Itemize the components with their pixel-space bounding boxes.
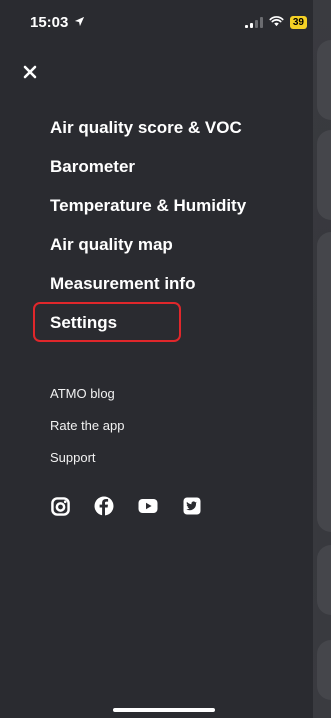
settings-highlight-box: [33, 302, 181, 342]
peek-card: [317, 130, 331, 220]
twitter-icon[interactable]: [182, 496, 202, 516]
facebook-icon[interactable]: [94, 496, 114, 516]
peek-card: [317, 232, 331, 532]
social-links: [50, 496, 202, 516]
menu-item-barometer[interactable]: Barometer: [50, 153, 246, 192]
status-bar: 15:03 39: [0, 0, 313, 44]
battery-indicator: 39: [289, 15, 307, 29]
wifi-icon: [269, 14, 284, 31]
youtube-icon[interactable]: [138, 496, 158, 516]
status-right: 39: [244, 14, 307, 31]
instagram-icon[interactable]: [50, 496, 70, 516]
status-left: 15:03: [30, 14, 85, 31]
peek-card: [317, 640, 331, 700]
underlying-screen-peek: [313, 0, 331, 718]
link-support[interactable]: Support: [50, 448, 124, 480]
link-atmo-blog[interactable]: ATMO blog: [50, 384, 124, 416]
cellular-signal-icon: [244, 16, 263, 28]
peek-card: [317, 545, 331, 615]
menu-screen: 15:03 39 Air quality score & VOC Baromet…: [0, 0, 331, 718]
close-button[interactable]: [20, 62, 40, 82]
menu-item-temperature-humidity[interactable]: Temperature & Humidity: [50, 192, 246, 231]
location-arrow-icon: [74, 14, 85, 31]
menu-item-air-quality-score[interactable]: Air quality score & VOC: [50, 114, 246, 153]
secondary-links: ATMO blog Rate the app Support: [50, 384, 124, 480]
status-time: 15:03: [30, 13, 69, 31]
home-indicator: [113, 708, 215, 712]
close-icon: [23, 65, 37, 79]
menu-item-air-quality-map[interactable]: Air quality map: [50, 231, 246, 270]
link-rate-the-app[interactable]: Rate the app: [50, 416, 124, 448]
peek-card: [317, 40, 331, 120]
